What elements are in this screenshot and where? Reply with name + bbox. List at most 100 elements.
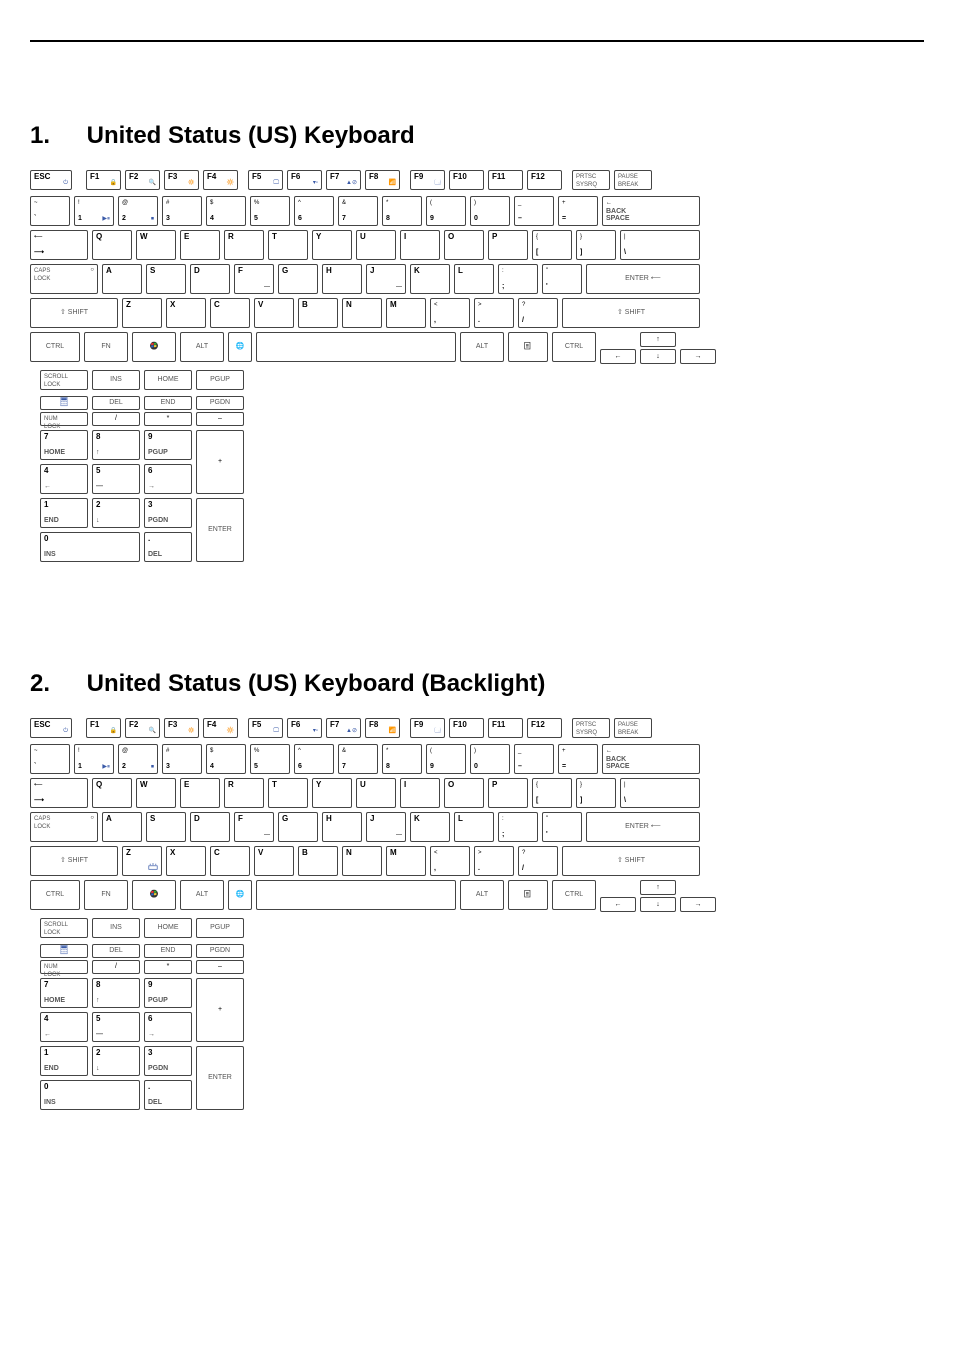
key-comma-label: <	[434, 850, 438, 856]
key-prtsc: PRTSC SYSRQ	[572, 170, 610, 190]
windows-logo-icon	[150, 890, 158, 901]
key-esc-label: ESC	[34, 172, 50, 181]
key-np-2: 2↓	[92, 1046, 140, 1076]
key-f9-label: F9	[414, 720, 423, 729]
key-7-label: 7	[342, 763, 346, 771]
key-f10-label: F10	[453, 172, 467, 181]
key-np-star: *	[144, 960, 192, 974]
key-end: END	[144, 944, 192, 958]
heading-2-title: United Status (US) Keyboard (Backlight)	[87, 670, 546, 697]
calculator-icon	[61, 397, 68, 406]
pgup-label: PGUP	[210, 376, 230, 384]
key-s: S	[146, 812, 186, 842]
key-f3: F3🔅	[164, 718, 199, 738]
key-rbracket-label: ]	[580, 249, 582, 257]
key-1: !1▶⏸	[74, 744, 114, 774]
keyboard-layout-2: ESC⏻F1🔒F2🔍F3🔅F4🔆F5🖵F6▾▫F7▲⊘F8📶F9🗔F10F11F…	[30, 718, 924, 1118]
key-x-label: X	[170, 848, 175, 857]
key-down: ↓	[640, 349, 676, 364]
brightness-down-icon: 🔅	[188, 180, 195, 187]
key-scroll-lock: SCROLL LOCK	[40, 918, 88, 938]
key-s-label: S	[150, 814, 155, 823]
key-2-label: 2	[122, 215, 126, 223]
key-equals-label: =	[562, 763, 566, 771]
key-f9: F9🗔	[410, 170, 445, 190]
key-f8-label: F8	[369, 172, 378, 181]
key-np-star: *	[144, 412, 192, 426]
search-icon: 🔍	[149, 180, 156, 187]
pgdn-label: PGDN	[210, 399, 230, 407]
windows-logo-icon	[150, 342, 158, 350]
key-rbracket: }]	[576, 230, 616, 260]
key-tilde-label: ~	[34, 200, 38, 206]
key-s: S	[146, 264, 186, 294]
key-q-label: Q	[96, 232, 102, 241]
key-np-slash: /	[92, 960, 140, 974]
key-del: DEL	[92, 396, 140, 410]
key-5-label: 5	[254, 215, 258, 223]
settings-icon: 🗔	[434, 728, 441, 735]
brightness-up-icon: 🔆	[227, 728, 234, 735]
pgdn-label: PGDN	[210, 947, 230, 955]
key-f10: F10	[449, 718, 484, 738]
key-semicolon-label: :	[502, 816, 504, 822]
power-icon: ⏻	[63, 728, 68, 735]
key-pgup: PGUP	[196, 918, 244, 938]
key-1-label: 1	[78, 215, 82, 223]
key-f2-label: F2	[129, 720, 138, 729]
key-down: ↓	[640, 897, 676, 912]
key-slash: ?/	[518, 298, 558, 328]
key-3-label: #	[166, 200, 169, 206]
key-np-calc	[40, 944, 88, 958]
key-n: N	[342, 846, 382, 876]
airplane-icon: ▲⊘	[346, 180, 357, 187]
key-lbracket-label: [	[536, 249, 538, 257]
key-f4: F4🔆	[203, 170, 238, 190]
key-backslash-label: \	[624, 249, 626, 257]
key-np-4-label: 4	[44, 466, 48, 475]
key-ctrl-left: CTRL	[30, 332, 80, 362]
key-period: >.	[474, 846, 514, 876]
key-f7-label: F7	[330, 172, 339, 181]
key-f9-label: F9	[414, 172, 423, 181]
ime-icon: 🌐	[236, 891, 245, 899]
key-k-label: K	[414, 814, 420, 823]
key-u: U	[356, 230, 396, 260]
key-pgdn: PGDN	[196, 396, 244, 410]
key-f8: F8📶	[365, 170, 400, 190]
key-lbracket-label: [	[536, 797, 538, 805]
key-enter: ENTER ⟵	[586, 812, 700, 842]
key-slash: ?/	[518, 846, 558, 876]
key-np-dot-label: .	[148, 1082, 150, 1091]
key-g: G	[278, 264, 318, 294]
key-space	[256, 332, 456, 362]
prtsc-label: PRTSC SYSRQ	[576, 174, 597, 188]
key-8: *8	[382, 196, 422, 226]
key-f12: F12	[527, 718, 562, 738]
key-backslash-label: \	[624, 797, 626, 805]
up-arrow: ↑	[656, 884, 660, 892]
key-1-label: 1	[78, 763, 82, 771]
key-np-plus: +	[196, 978, 244, 1042]
right-arrow: →	[695, 353, 702, 361]
key-tilde-label: ~	[34, 748, 38, 754]
key-rbracket-label: ]	[580, 797, 582, 805]
key-w-label: W	[140, 780, 148, 789]
key-tilde-label: `	[34, 763, 36, 771]
key-np-minus: –	[196, 412, 244, 426]
key-u: U	[356, 778, 396, 808]
key-slash-label: /	[522, 317, 524, 325]
key-3-label: 3	[166, 763, 170, 771]
key-7-label: &	[342, 748, 346, 754]
np2-sub: ↓	[96, 1065, 100, 1073]
ins-label: INS	[110, 924, 122, 932]
display-switch-icon: 🖵	[273, 180, 279, 187]
home-label: HOME	[158, 924, 179, 932]
key-fn: FN	[84, 880, 128, 910]
key-quote: "'	[542, 264, 582, 294]
key-v: V	[254, 846, 294, 876]
key-f5-label: F5	[252, 720, 261, 729]
key-backspace: ←BACK SPACE	[602, 196, 700, 226]
key-f7: F7▲⊘	[326, 718, 361, 738]
touchpad-icon: ▾▫	[313, 180, 318, 187]
